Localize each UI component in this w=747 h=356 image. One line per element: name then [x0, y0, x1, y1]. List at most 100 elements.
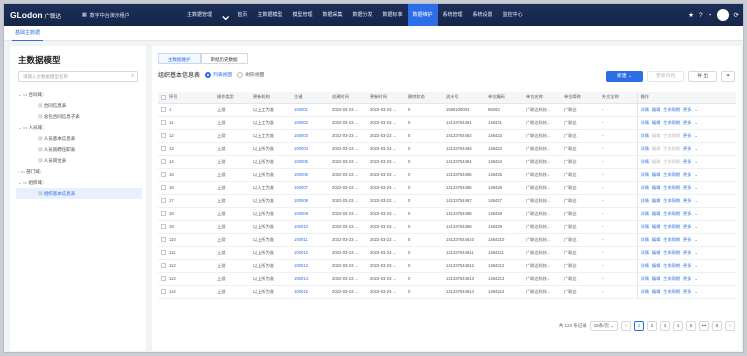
- more-link[interactable]: 更多: [683, 263, 691, 268]
- row-checkbox[interactable]: [161, 224, 166, 230]
- tab-master-data-maintenance[interactable]: 主数据维护: [158, 53, 201, 64]
- bell-icon[interactable]: ◔: [708, 12, 712, 19]
- more-link[interactable]: 更多: [683, 289, 691, 294]
- row-checkbox[interactable]: [161, 276, 166, 282]
- table-row[interactable]: 11 上游 以上工为准 100002 2022-03-23 ... 2022-03-23 …: [158, 116, 736, 130]
- chevron-down-icon[interactable]: ⌄: [694, 185, 698, 190]
- chevron-down-icon[interactable]: ⌄: [694, 198, 698, 203]
- detail-link[interactable]: 详情: [641, 159, 649, 164]
- more-link[interactable]: 更多: [683, 120, 691, 125]
- cell-value[interactable]: 100001: [294, 107, 308, 112]
- lifecycle-link[interactable]: 生命周期: [663, 224, 680, 229]
- model-search-input[interactable]: 请输入主数据模型名称: [18, 71, 138, 82]
- lifecycle-link[interactable]: 生命周期: [663, 133, 680, 138]
- lifecycle-link[interactable]: 生命周期: [663, 263, 680, 268]
- detail-link[interactable]: 详情: [641, 263, 649, 268]
- page-button[interactable]: 1: [634, 321, 644, 331]
- prev-page-button[interactable]: ‹: [621, 321, 631, 331]
- row-checkbox[interactable]: [161, 198, 166, 204]
- cell-value[interactable]: 100007: [294, 185, 308, 190]
- table-row[interactable]: 16 上游 以人工为准 100007 2022-03-23 ... 2022-03-23 …: [158, 181, 736, 195]
- cell-value[interactable]: 100003: [294, 133, 308, 138]
- more-link[interactable]: 更多: [683, 107, 691, 112]
- table-row[interactable]: 14 上游 以上所为准 100005 2022-03-23 ... 2022-03-23 …: [158, 155, 736, 169]
- table-row[interactable]: 110 上游 以上所为准 100011 2022-03-23 ... 2022-03-23…: [158, 233, 736, 247]
- tree-item[interactable]: ▦ 人员岗位表: [16, 155, 142, 166]
- table-row[interactable]: 114 上游 以上所为准 100015 2022-03-23 ... 2022-03-23…: [158, 285, 736, 299]
- avatar[interactable]: [716, 9, 729, 21]
- more-link[interactable]: 更多: [683, 198, 691, 203]
- detail-link[interactable]: 详情: [641, 120, 649, 125]
- star-icon[interactable]: ★: [688, 11, 694, 19]
- refresh-icon[interactable]: ⟳: [734, 11, 739, 19]
- tree-folder[interactable]: ⌄ ▭ 合同域：: [16, 89, 142, 100]
- detail-link[interactable]: 详情: [641, 276, 649, 281]
- cell-value[interactable]: 100010: [294, 224, 308, 229]
- lifecycle-link[interactable]: 生命周期: [663, 237, 680, 242]
- lifecycle-link[interactable]: 生命周期: [663, 185, 680, 190]
- search-icon[interactable]: ⌕: [131, 73, 143, 80]
- table-row[interactable]: 112 上游 以上所为准 100013 2022-03-23 ... 2022-03-23…: [158, 259, 736, 273]
- edit-link[interactable]: 编辑: [652, 211, 660, 216]
- chevron-down-icon[interactable]: ⌄: [694, 263, 698, 268]
- cell-value[interactable]: 100009: [294, 211, 308, 216]
- more-link[interactable]: 更多: [683, 250, 691, 255]
- cell-value[interactable]: 100015: [294, 289, 308, 294]
- row-checkbox[interactable]: [161, 107, 166, 113]
- edit-link[interactable]: 编辑: [652, 198, 660, 203]
- nav-item-2[interactable]: 主数据模型: [252, 4, 287, 26]
- row-checkbox[interactable]: [161, 120, 166, 126]
- nav-item-8[interactable]: 系统管理: [438, 4, 468, 26]
- edit-link[interactable]: 编辑: [652, 289, 660, 294]
- nav-item-0[interactable]: 主数据管理: [182, 4, 217, 26]
- edit-link[interactable]: 编辑: [652, 237, 660, 242]
- tree-item[interactable]: ▦ 人员基本信息表: [16, 133, 142, 144]
- tree-item[interactable]: ▦ 人员就聘任职表: [16, 144, 142, 155]
- table-row[interactable]: 18 上游 以上所为准 100009 2022-03-23 ... 2022-03-23 …: [158, 207, 736, 221]
- detail-link[interactable]: 详情: [641, 224, 649, 229]
- detail-link[interactable]: 详情: [641, 237, 649, 242]
- cell-value[interactable]: 100012: [294, 250, 308, 255]
- lifecycle-link[interactable]: 生命周期: [663, 120, 680, 125]
- more-link[interactable]: 更多: [683, 211, 691, 216]
- more-link[interactable]: 更多: [683, 276, 691, 281]
- row-checkbox[interactable]: [161, 133, 166, 139]
- page-button[interactable]: 4: [673, 321, 683, 331]
- export-button[interactable]: 导 出: [688, 71, 718, 82]
- page-button[interactable]: 5: [686, 321, 696, 331]
- row-checkbox[interactable]: [161, 263, 166, 269]
- lifecycle-link[interactable]: 生命周期: [663, 172, 680, 177]
- edit-link[interactable]: 编辑: [652, 185, 660, 190]
- chevron-down-icon[interactable]: ⌄: [694, 120, 698, 125]
- tree-item[interactable]: ▦ 总包合同信息子表: [16, 111, 142, 122]
- lifecycle-link[interactable]: 生命周期: [663, 159, 680, 164]
- chevron-down-icon[interactable]: ⌄: [694, 250, 698, 255]
- table-row[interactable]: 111 上游 以上所为准 100012 2022-03-23 ... 2022-03-23…: [158, 246, 736, 260]
- detail-link[interactable]: 详情: [641, 211, 649, 216]
- page-button[interactable]: 3: [660, 321, 670, 331]
- nav-item-9[interactable]: 系统设置: [468, 4, 498, 26]
- tree-item[interactable]: ▦ 组织基本信息表: [16, 188, 142, 199]
- tree-item[interactable]: ▦ 合同信息表: [16, 100, 142, 111]
- chevron-down-icon[interactable]: ⌄: [694, 237, 698, 242]
- edit-link[interactable]: 编辑: [652, 263, 660, 268]
- page-button[interactable]: 2: [647, 321, 657, 331]
- new-button[interactable]: 新建 ⌄: [606, 71, 644, 82]
- page-button[interactable]: •••: [699, 321, 709, 331]
- chevron-down-icon[interactable]: ⌄: [694, 224, 698, 229]
- nav-item-4[interactable]: 数据采集: [317, 4, 347, 26]
- row-checkbox[interactable]: [161, 146, 166, 152]
- edit-link[interactable]: 编辑: [652, 159, 660, 164]
- cell-value[interactable]: 100011: [294, 237, 308, 242]
- edit-link[interactable]: 编辑: [652, 276, 660, 281]
- detail-link[interactable]: 详情: [641, 146, 649, 151]
- more-link[interactable]: 更多: [683, 237, 691, 242]
- cell-value[interactable]: 100014: [294, 276, 308, 281]
- more-link[interactable]: 更多: [683, 159, 691, 164]
- nav-item-3[interactable]: 模型管理: [287, 4, 317, 26]
- tree-folder[interactable]: › ▭ 部门域：: [16, 166, 142, 177]
- detail-link[interactable]: 详情: [641, 107, 649, 112]
- lifecycle-link[interactable]: 生命周期: [663, 289, 680, 294]
- chevron-down-icon[interactable]: ⌄: [694, 159, 698, 164]
- help-icon[interactable]: ?: [699, 12, 703, 19]
